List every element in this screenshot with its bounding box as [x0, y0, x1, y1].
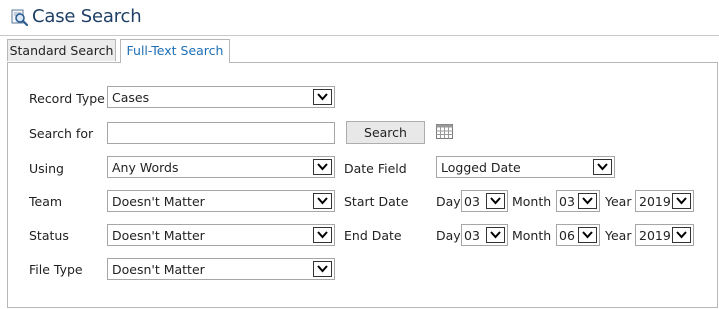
end-month-value: 06 [559, 228, 575, 243]
team-select[interactable]: Doesn't Matter [107, 190, 335, 212]
end-day-label: Day [436, 228, 461, 243]
end-day-value: 03 [464, 228, 480, 243]
end-day-select[interactable]: 03 [461, 224, 508, 246]
start-month-value: 03 [559, 194, 575, 209]
record-type-label: Record Type [29, 91, 105, 106]
file-type-label: File Type [29, 262, 83, 277]
date-field-select[interactable]: Logged Date [436, 156, 615, 178]
date-field-label: Date Field [344, 161, 407, 176]
chevron-down-icon [672, 227, 691, 243]
start-year-value: 2019 [639, 194, 671, 209]
chevron-down-icon [578, 193, 597, 209]
end-year-value: 2019 [639, 228, 671, 243]
date-field-value: Logged Date [441, 160, 521, 175]
chevron-down-icon [578, 227, 597, 243]
start-year-label: Year [605, 194, 632, 209]
calendar-icon[interactable] [436, 124, 453, 139]
end-year-select[interactable]: 2019 [635, 224, 694, 246]
chevron-down-icon [313, 261, 332, 277]
end-month-select[interactable]: 06 [556, 224, 600, 246]
chevron-down-icon [486, 227, 505, 243]
record-type-value: Cases [112, 90, 150, 105]
chevron-down-icon [313, 159, 332, 175]
search-button[interactable]: Search [346, 121, 425, 144]
end-year-label: Year [605, 228, 632, 243]
end-date-label: End Date [344, 228, 402, 243]
start-year-select[interactable]: 2019 [635, 190, 694, 212]
start-month-select[interactable]: 03 [556, 190, 600, 212]
start-day-select[interactable]: 03 [461, 190, 508, 212]
search-icon [11, 9, 29, 27]
file-type-value: Doesn't Matter [112, 262, 205, 277]
chevron-down-icon [313, 227, 332, 243]
search-input[interactable] [107, 122, 335, 144]
title-divider [0, 35, 719, 36]
start-month-label: Month [512, 194, 552, 209]
chevron-down-icon [593, 159, 612, 175]
start-date-label: Start Date [344, 194, 409, 209]
search-for-label: Search for [29, 126, 94, 141]
tab-standard-search[interactable]: Standard Search [7, 39, 116, 61]
chevron-down-icon [486, 193, 505, 209]
page-title: Case Search [32, 6, 142, 27]
chevron-down-icon [313, 193, 332, 209]
chevron-down-icon [672, 193, 691, 209]
end-month-label: Month [512, 228, 552, 243]
status-value: Doesn't Matter [112, 228, 205, 243]
using-label: Using [29, 161, 64, 176]
using-select[interactable]: Any Words [107, 156, 335, 178]
status-label: Status [29, 228, 69, 243]
tab-full-text-search[interactable]: Full-Text Search [120, 39, 230, 63]
chevron-down-icon [313, 89, 332, 105]
using-value: Any Words [112, 160, 179, 175]
record-type-select[interactable]: Cases [107, 86, 335, 108]
file-type-select[interactable]: Doesn't Matter [107, 258, 335, 280]
team-value: Doesn't Matter [112, 194, 205, 209]
team-label: Team [29, 194, 63, 209]
title-bar: Case Search [0, 0, 719, 34]
status-select[interactable]: Doesn't Matter [107, 224, 335, 246]
start-day-value: 03 [464, 194, 480, 209]
start-day-label: Day [436, 194, 461, 209]
